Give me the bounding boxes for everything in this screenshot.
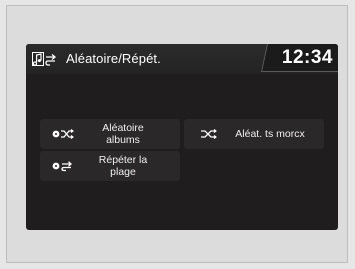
shuffle-all-label: Aléat. ts morcx [235,128,305,140]
display-screen: Aléatoire/Répét. 12:34 Aléatoire albums … [26,44,338,230]
repeat-track-label: Répéter la plage [98,154,148,178]
screen-title: Aléatoire/Répét. [66,51,161,66]
header-bar: Aléatoire/Répét. 12:34 [26,44,338,74]
repeat-track-icon [52,160,74,172]
music-note-repeat-icon [32,51,58,67]
shuffle-albums-label: Aléatoire albums [102,122,144,146]
shuffle-albums-button[interactable]: Aléatoire albums [40,119,180,149]
repeat-track-button[interactable]: Répéter la plage [40,151,180,181]
clock: 12:34 [281,47,333,68]
shuffle-all-icon [200,128,218,140]
shuffle-all-button[interactable]: Aléat. ts morcx [184,119,324,149]
shuffle-albums-icon [52,128,74,140]
